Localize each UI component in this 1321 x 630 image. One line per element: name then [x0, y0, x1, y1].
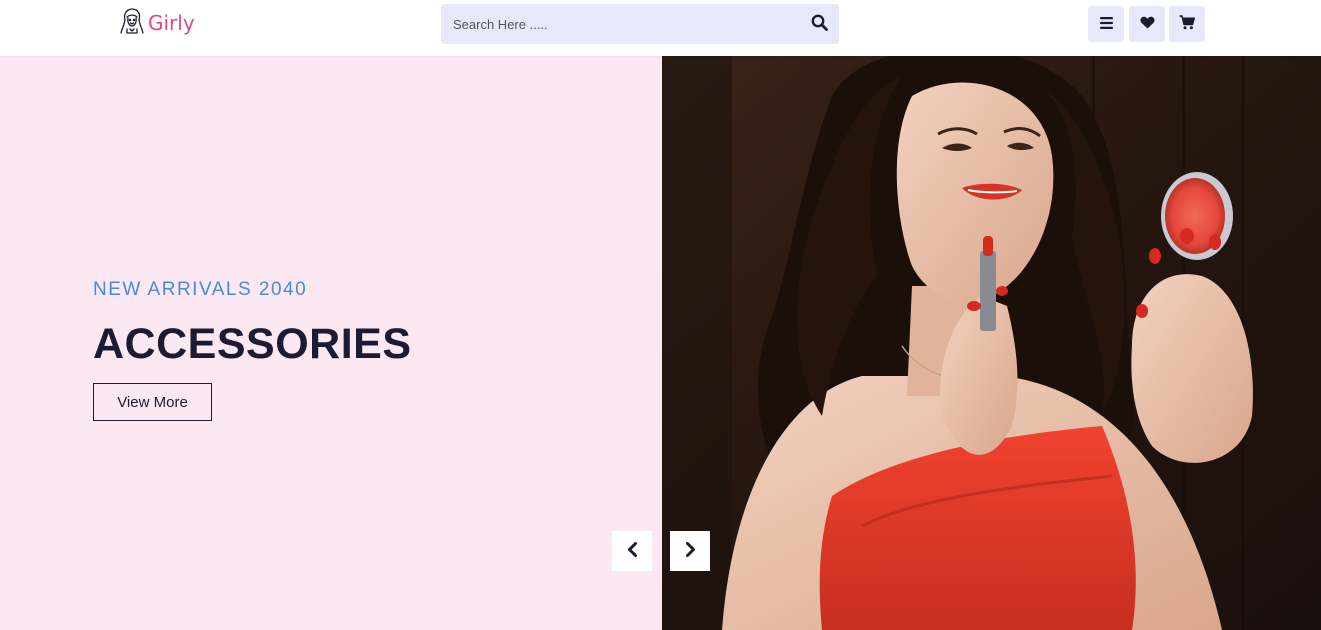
view-more-button[interactable]: View More: [93, 383, 212, 421]
shopping-cart-icon: [1179, 15, 1195, 33]
hero-title: ACCESSORIES: [93, 320, 412, 368]
carousel-prev-button[interactable]: [612, 531, 652, 571]
wishlist-button[interactable]: [1129, 6, 1165, 42]
girl-face-icon: [119, 7, 145, 40]
chevron-left-icon: [627, 542, 638, 560]
search-icon: [811, 14, 828, 34]
menu-button[interactable]: [1088, 6, 1124, 42]
brand-logo-link[interactable]: Girly: [119, 7, 195, 40]
search-bar: [441, 4, 839, 44]
heart-icon: [1139, 16, 1155, 32]
chevron-right-icon: [685, 542, 696, 560]
brand-name: Girly: [148, 11, 195, 35]
carousel-next-button[interactable]: [670, 531, 710, 571]
site-header: Girly: [0, 0, 1321, 56]
hamburger-icon: [1099, 16, 1113, 32]
search-input[interactable]: [441, 4, 799, 44]
woman-applying-lipstick-photo: [662, 56, 1321, 630]
search-button[interactable]: [799, 4, 839, 44]
hero-eyebrow: NEW ARRIVALS 2040: [93, 279, 308, 300]
cart-button[interactable]: [1169, 6, 1205, 42]
